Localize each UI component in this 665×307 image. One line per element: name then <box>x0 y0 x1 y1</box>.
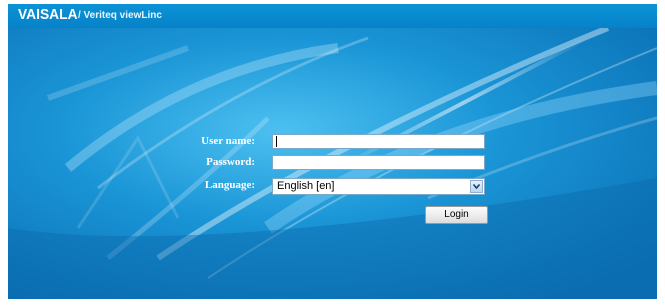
login-button[interactable]: Login <box>425 206 488 224</box>
text-caret <box>276 136 277 147</box>
app-frame: VAISALA / Veriteq viewLinc User name: Pa… <box>8 4 657 299</box>
language-label: Language: <box>204 179 255 191</box>
password-label: Password: <box>206 156 255 168</box>
language-selected-value: English [en] <box>277 180 335 192</box>
login-form: User name: Password: Language: English [… <box>8 4 657 299</box>
password-input[interactable] <box>272 155 485 170</box>
username-label: User name: <box>201 135 255 147</box>
chevron-down-icon[interactable] <box>470 180 483 193</box>
username-input[interactable] <box>272 134 485 149</box>
language-select[interactable]: English [en] <box>272 178 485 195</box>
